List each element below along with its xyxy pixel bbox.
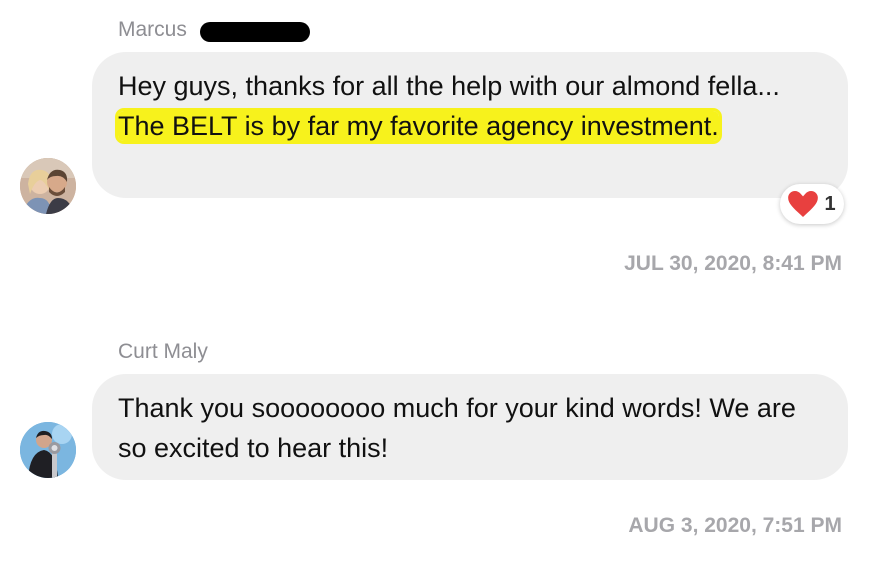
reaction-badge[interactable]: 1 bbox=[780, 184, 844, 224]
message-timestamp: AUG 3, 2020, 7:51 PM bbox=[628, 514, 842, 537]
message-text: Thank you soooooooo much for your kind w… bbox=[118, 393, 796, 463]
avatar-person-photo bbox=[20, 422, 76, 478]
message-bubble[interactable]: Thank you soooooooo much for your kind w… bbox=[92, 374, 848, 480]
message-timestamp: JUL 30, 2020, 8:41 PM bbox=[624, 252, 842, 275]
avatar-couple-photo bbox=[20, 158, 76, 214]
sender-name: Marcus bbox=[118, 18, 187, 41]
avatar[interactable] bbox=[20, 158, 76, 214]
reaction-count: 1 bbox=[824, 192, 836, 215]
heart-icon bbox=[788, 191, 819, 217]
redaction-bar bbox=[200, 22, 310, 42]
sender-name: Curt Maly bbox=[118, 340, 208, 363]
highlighted-message-text: The BELT is by far my favorite agency in… bbox=[118, 111, 719, 141]
message-bubble[interactable]: Hey guys, thanks for all the help with o… bbox=[92, 52, 848, 198]
avatar[interactable] bbox=[20, 422, 76, 478]
message-text: Hey guys, thanks for all the help with o… bbox=[118, 71, 780, 101]
